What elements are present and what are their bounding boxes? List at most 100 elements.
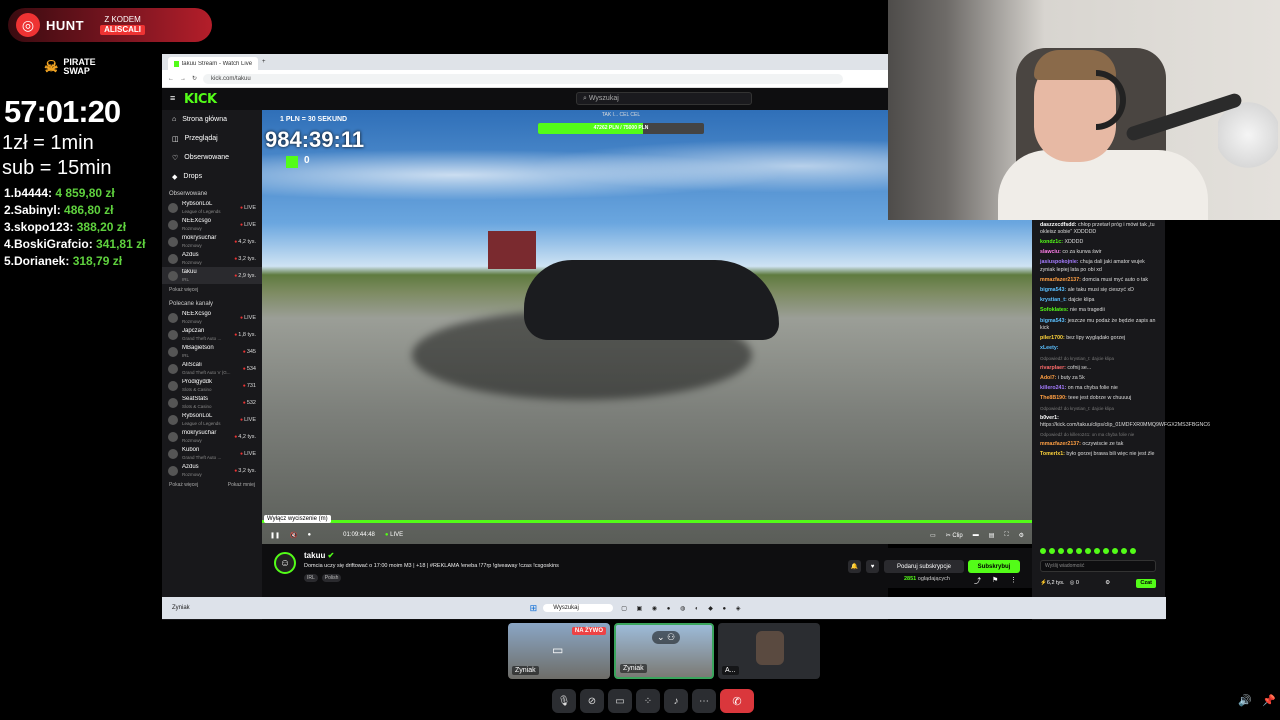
chat-message[interactable]: Sofoklates: nie ma tragedii [1032, 306, 1165, 316]
chat-username[interactable]: krystian_t: [1040, 297, 1067, 303]
tag-irl[interactable]: IRL [304, 574, 318, 582]
soundboard-icon[interactable]: ♪ [664, 689, 688, 713]
channel-item[interactable]: AliScaliGrand Theft Auto V (G...534 [162, 360, 262, 377]
chat-username[interactable]: slawciu: [1040, 249, 1061, 255]
url-input[interactable]: kick.com/takuu [203, 73, 844, 84]
call-tile-active[interactable]: ⌄ ⚇ Zyniak [614, 623, 714, 679]
chat-message[interactable]: piler1700: bez lipy wyglądało gorzej [1032, 333, 1165, 343]
chat-message[interactable]: rivarplaer: cofnij se... [1032, 363, 1165, 373]
chat-username[interactable]: The8B190: [1040, 395, 1067, 401]
chat-message[interactable]: mmazfazer2137: oczywiscie ze tak [1032, 440, 1165, 450]
chat-message[interactable]: slawciu: co za kurwa świr [1032, 248, 1165, 258]
call-tile-stream[interactable]: NA ŻYWO ▭ Zyniak [508, 623, 610, 679]
call-tile-user[interactable]: A... [718, 623, 820, 679]
chat-send-button[interactable]: Czat [1136, 579, 1156, 589]
nav-home[interactable]: ⌂ Strona główna [162, 110, 262, 129]
mute-icon[interactable]: 🔇 [290, 532, 297, 539]
activities-icon[interactable]: ⁘ [636, 689, 660, 713]
nav-drops[interactable]: ◆ Drops [162, 167, 262, 186]
nav-browse[interactable]: ◫ Przeglądaj [162, 129, 262, 148]
search-input[interactable]: ⌕ Wyszukaj [576, 92, 752, 105]
chat-username[interactable]: daszzxcdfsdd: [1040, 222, 1077, 228]
windows-start-icon[interactable]: ⊞ [530, 603, 538, 614]
chat-message[interactable]: Adol7: i buty za 5k [1032, 373, 1165, 383]
chat-username[interactable]: rivarplaer: [1040, 365, 1066, 371]
share-icon[interactable]: ⤴ [974, 576, 981, 586]
pause-icon[interactable]: ❚❚ [270, 532, 280, 539]
chat-username[interactable]: Sofoklates: [1040, 307, 1069, 313]
channel-item-active[interactable]: takuuIRL2,9 tys. [162, 267, 262, 284]
chat-settings-icon[interactable]: ⚙ [1105, 580, 1110, 587]
camera-off-icon[interactable]: ⊘ [580, 689, 604, 713]
chat-message[interactable]: bigma543: jeszcze mu podaż że będzie zap… [1032, 316, 1165, 333]
show-more-link[interactable]: Pokaż więcej [169, 482, 198, 488]
chat-username[interactable]: bigma543: [1040, 318, 1066, 324]
gift-subs-button[interactable]: Podaruj subskrypcje [884, 560, 964, 573]
channel-item[interactable]: AzdusRozmowy3,2 tys. [162, 250, 262, 267]
forward-icon[interactable]: → [180, 76, 186, 82]
streamer-name[interactable]: takuu ✔ [304, 551, 334, 560]
chat-message[interactable]: jasiuspokojnie: chuja dali jaki amator w… [1032, 258, 1165, 275]
chat-username[interactable]: jasiuspokojnie: [1040, 259, 1079, 265]
taskbar-pinned-icons[interactable]: ▢ ▣ ◉ ● ◍ ◐ ◆ ● ◈ [621, 605, 744, 612]
reload-icon[interactable]: ↻ [192, 75, 197, 82]
nav-following[interactable]: ♡ Obserwowane [162, 148, 262, 167]
volume-dot-icon[interactable]: ● [308, 532, 312, 538]
chat-username[interactable]: mmazfazer2137: [1040, 441, 1081, 447]
taskbar-search[interactable]: Wyszukaj [543, 604, 614, 612]
emote-bar[interactable] [1040, 548, 1136, 554]
taskbar-app-label[interactable]: Zyniak [172, 605, 190, 611]
chat-message[interactable]: kondz1c: XDDDD [1032, 237, 1165, 247]
more-options-icon[interactable]: ⋮ [1010, 576, 1017, 584]
chat-username[interactable]: mmazfazer2137: [1040, 277, 1081, 283]
streamer-avatar[interactable]: ☺ [274, 552, 296, 574]
browser-tab[interactable]: takuu Stream - Watch Live on Kick [168, 57, 258, 70]
chat-message[interactable]: mmazfazer2137: domcia musi myć auto o ta… [1032, 275, 1165, 285]
back-icon[interactable]: ← [168, 76, 174, 82]
tag-polish[interactable]: Polish [321, 574, 342, 582]
show-more-link[interactable]: Pokaż więcej [162, 284, 262, 296]
volume-icon[interactable]: 🔊 [1238, 694, 1252, 707]
pip-icon[interactable]: ▭ [930, 532, 936, 539]
video-progress-bar[interactable] [262, 520, 1032, 523]
disconnect-icon[interactable]: ✆ [720, 689, 754, 713]
chat-message[interactable]: daszzxcdfsdd: chłop przetarł próg i mówi… [1032, 220, 1165, 237]
chat-username[interactable]: bigma543: [1040, 287, 1066, 293]
chat-username[interactable]: killero241: [1040, 385, 1066, 391]
chat-message[interactable]: killero241: on ma chyba folie nie [1032, 383, 1165, 393]
chat-username[interactable]: piler1700: [1040, 335, 1065, 341]
chat-username[interactable]: kondz1c: [1040, 239, 1063, 245]
cast-icon[interactable]: ▤ [989, 532, 995, 539]
channel-item[interactable]: NEEXcsgoRozmowyLIVE [162, 216, 262, 233]
channel-item[interactable]: ProdigyddkSlots & Casino731 [162, 377, 262, 394]
chat-message[interactable]: krystian_t: dajcie klipa [1032, 296, 1165, 306]
notification-bell-icon[interactable]: 🔔 [848, 560, 861, 573]
chat-username[interactable]: b0ver1: [1040, 415, 1059, 421]
more-icon[interactable]: ⋯ [692, 689, 716, 713]
report-icon[interactable]: ⚑ [992, 576, 998, 584]
kick-logo[interactable]: KICK [184, 92, 217, 107]
fullscreen-icon[interactable]: ⛶ [1004, 532, 1008, 539]
microphone-icon[interactable]: 🎙 [552, 689, 576, 713]
channel-item[interactable]: MBagietsonIRL345 [162, 343, 262, 360]
menu-icon[interactable]: ≡ [170, 93, 175, 103]
chat-message[interactable]: xLeety: [1032, 344, 1165, 354]
chat-message[interactable]: The8B190: teee jest dobrze w chuuuuj [1032, 394, 1165, 404]
settings-gear-icon[interactable]: ⚙ [1019, 532, 1024, 539]
channel-item[interactable]: AzdusRozmowy3,2 tys. [162, 462, 262, 479]
follow-heart-icon[interactable]: ♥ [866, 560, 879, 573]
channel-item[interactable]: RybsonLoLLeague of LegendsLIVE [162, 411, 262, 428]
pin-icon[interactable]: 📌 [1262, 694, 1276, 707]
channel-item[interactable]: KubonGrand Theft Auto ...LIVE [162, 445, 262, 462]
channel-item[interactable]: JapczanGrand Theft Auto ...1,8 tys. [162, 326, 262, 343]
chat-message[interactable]: Tomerlx1: było gorzej brawa bili więc ni… [1032, 450, 1165, 460]
channel-item[interactable]: NEEXcsgoRozmowyLIVE [162, 309, 262, 326]
channel-item[interactable]: mokrysucharRozmowy4,2 tys. [162, 233, 262, 250]
channel-item[interactable]: SeatStatsSlots & Casino532 [162, 394, 262, 411]
channel-item[interactable]: mokrysucharRozmowy4,2 tys. [162, 428, 262, 445]
chat-message[interactable]: bigma543: ale taku musi się cieszyć xD [1032, 285, 1165, 295]
subscribe-button[interactable]: Subskrybuj [968, 560, 1020, 573]
chat-username[interactable]: Tomerlx1: [1040, 451, 1065, 457]
chat-username[interactable]: Adol7: [1040, 375, 1056, 381]
chat-message[interactable]: b0ver1: https://kick.com/takuu/clips/cli… [1032, 413, 1210, 430]
